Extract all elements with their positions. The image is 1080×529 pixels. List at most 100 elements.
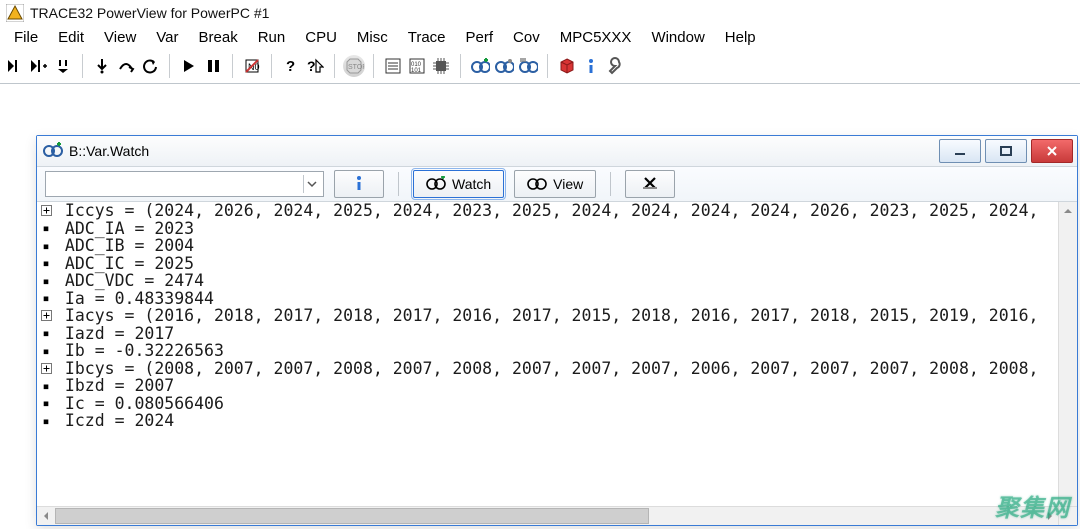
window-titlebar: TRACE32 PowerView for PowerPC #1 [0, 0, 1080, 26]
delete-x-icon [642, 175, 658, 194]
close-button[interactable] [1031, 139, 1073, 163]
child-window-titlebar[interactable]: B::Var.Watch [37, 136, 1077, 167]
watch-add-icon [426, 176, 446, 193]
watch-add-icon[interactable] [469, 55, 491, 77]
list-view-icon[interactable] [382, 55, 404, 77]
watch-row[interactable]: Ibcys = (2008, 2007, 2007, 2008, 2007, 2… [39, 360, 1059, 378]
toolbar-separator [169, 54, 170, 78]
menu-break[interactable]: Break [189, 29, 248, 46]
step-skip-end-icon[interactable] [4, 55, 26, 77]
menu-perf[interactable]: Perf [456, 29, 504, 46]
binary-view-icon[interactable]: 010101 [406, 55, 428, 77]
scrollbar-track[interactable] [55, 507, 1041, 525]
toolbar-separator [271, 54, 272, 78]
bullet-icon: ▪ [39, 345, 53, 357]
child-window-title: B::Var.Watch [69, 143, 149, 159]
watch-row[interactable]: ▪ Ibzd = 2007 [39, 377, 1059, 395]
scrollbar-corner [1058, 506, 1077, 525]
step-skip-end-plus-icon[interactable] [28, 55, 50, 77]
watch-row[interactable]: ▪ Ia = 0.48339844 [39, 290, 1059, 308]
toolbar-separator [547, 54, 548, 78]
expand-icon[interactable] [39, 205, 53, 216]
toolbar-separator [610, 172, 611, 196]
menu-trace[interactable]: Trace [398, 29, 456, 46]
step-over-icon[interactable] [115, 55, 137, 77]
menu-edit[interactable]: Edit [48, 29, 94, 46]
cube-icon[interactable] [556, 55, 578, 77]
menu-window[interactable]: Window [641, 29, 714, 46]
watch-row[interactable]: ▪ Ib = -0.32226563 [39, 342, 1059, 360]
svg-text:?: ? [286, 58, 295, 75]
step-into-icon[interactable] [91, 55, 113, 77]
bullet-icon: ▪ [39, 397, 53, 409]
watch-row-text: Iccys = (2024, 2026, 2024, 2025, 2024, 2… [55, 202, 1038, 220]
watch-row[interactable]: Iacys = (2016, 2018, 2017, 2018, 2017, 2… [39, 307, 1059, 325]
stop-icon[interactable]: STOP [343, 55, 365, 77]
breakpoint-off-icon[interactable]: N0 [241, 55, 263, 77]
step-return-icon[interactable] [52, 55, 74, 77]
glasses-icon [527, 176, 547, 193]
expand-icon[interactable] [39, 310, 53, 321]
scroll-left-icon[interactable] [37, 507, 55, 525]
scroll-right-icon[interactable] [1041, 507, 1059, 525]
watch-row-text: Iacys = (2016, 2018, 2017, 2018, 2017, 2… [55, 307, 1038, 325]
bullet-icon: ▪ [39, 257, 53, 269]
minimize-button[interactable] [939, 139, 981, 163]
menu-help[interactable]: Help [715, 29, 766, 46]
menu-run[interactable]: Run [248, 29, 296, 46]
watch-data-area[interactable]: Iccys = (2024, 2026, 2024, 2025, 2024, 2… [39, 202, 1059, 507]
info-icon[interactable] [580, 55, 602, 77]
menu-mpc5xxx[interactable]: MPC5XXX [550, 29, 642, 46]
bullet-icon: ▪ [39, 415, 53, 427]
watch-button-label: Watch [452, 176, 491, 192]
run-icon[interactable] [178, 55, 200, 77]
menu-var[interactable]: Var [146, 29, 188, 46]
chevron-down-icon[interactable] [303, 175, 320, 193]
menu-misc[interactable]: Misc [347, 29, 398, 46]
watch-row[interactable]: ▪ ADC_IC = 2025 [39, 255, 1059, 273]
info-button[interactable] [334, 170, 384, 198]
delete-button[interactable] [625, 170, 675, 198]
watch-body: Iccys = (2024, 2026, 2024, 2025, 2024, 2… [37, 202, 1077, 525]
watch-list-icon[interactable] [517, 55, 539, 77]
scrollbar-thumb[interactable] [55, 508, 649, 524]
help-icon[interactable]: ? [280, 55, 302, 77]
watch-row[interactable]: ▪ Iczd = 2024 [39, 412, 1059, 430]
wrench-icon[interactable] [604, 55, 626, 77]
watch-row[interactable]: ▪ ADC_VDC = 2474 [39, 272, 1059, 290]
expression-combo[interactable] [45, 171, 324, 197]
main-toolbar: N0 ? ? STOP 010101 [0, 48, 1080, 84]
menu-cov[interactable]: Cov [503, 29, 550, 46]
step-reload-icon[interactable] [139, 55, 161, 77]
window-title: TRACE32 PowerView for PowerPC #1 [30, 5, 269, 21]
watch-row[interactable]: ▪ ADC_IA = 2023 [39, 220, 1059, 238]
horizontal-scrollbar[interactable] [37, 506, 1059, 525]
toolbar-separator [373, 54, 374, 78]
svg-text:101: 101 [411, 68, 422, 74]
watch-row[interactable]: ▪ Ic = 0.080566406 [39, 395, 1059, 413]
view-button[interactable]: View [514, 170, 596, 198]
vertical-scrollbar[interactable] [1058, 202, 1077, 507]
watch-row[interactable]: ▪ Iazd = 2017 [39, 325, 1059, 343]
pause-icon[interactable] [202, 55, 224, 77]
expand-icon[interactable] [39, 363, 53, 374]
watch-button[interactable]: Watch [413, 170, 504, 198]
bullet-icon: ▪ [39, 380, 53, 392]
workspace: B::Var.Watch Watch View [0, 84, 1080, 529]
watch-gear-icon[interactable] [493, 55, 515, 77]
watch-row[interactable]: ▪ ADC_IB = 2004 [39, 237, 1059, 255]
app-icon [6, 4, 24, 22]
watch-row[interactable]: Iccys = (2024, 2026, 2024, 2025, 2024, 2… [39, 202, 1059, 220]
bullet-icon: ▪ [39, 292, 53, 304]
menu-view[interactable]: View [94, 29, 146, 46]
chip-icon[interactable] [430, 55, 452, 77]
menu-file[interactable]: File [4, 29, 48, 46]
maximize-button[interactable] [985, 139, 1027, 163]
context-help-icon[interactable]: ? [304, 55, 326, 77]
var-watch-window: B::Var.Watch Watch View [36, 135, 1078, 526]
scroll-up-icon[interactable] [1059, 202, 1077, 220]
menu-cpu[interactable]: CPU [295, 29, 347, 46]
watch-row-text: Ibzd = 2007 [55, 377, 174, 395]
bullet-icon: ▪ [39, 240, 53, 252]
svg-text:STOP: STOP [348, 64, 364, 71]
